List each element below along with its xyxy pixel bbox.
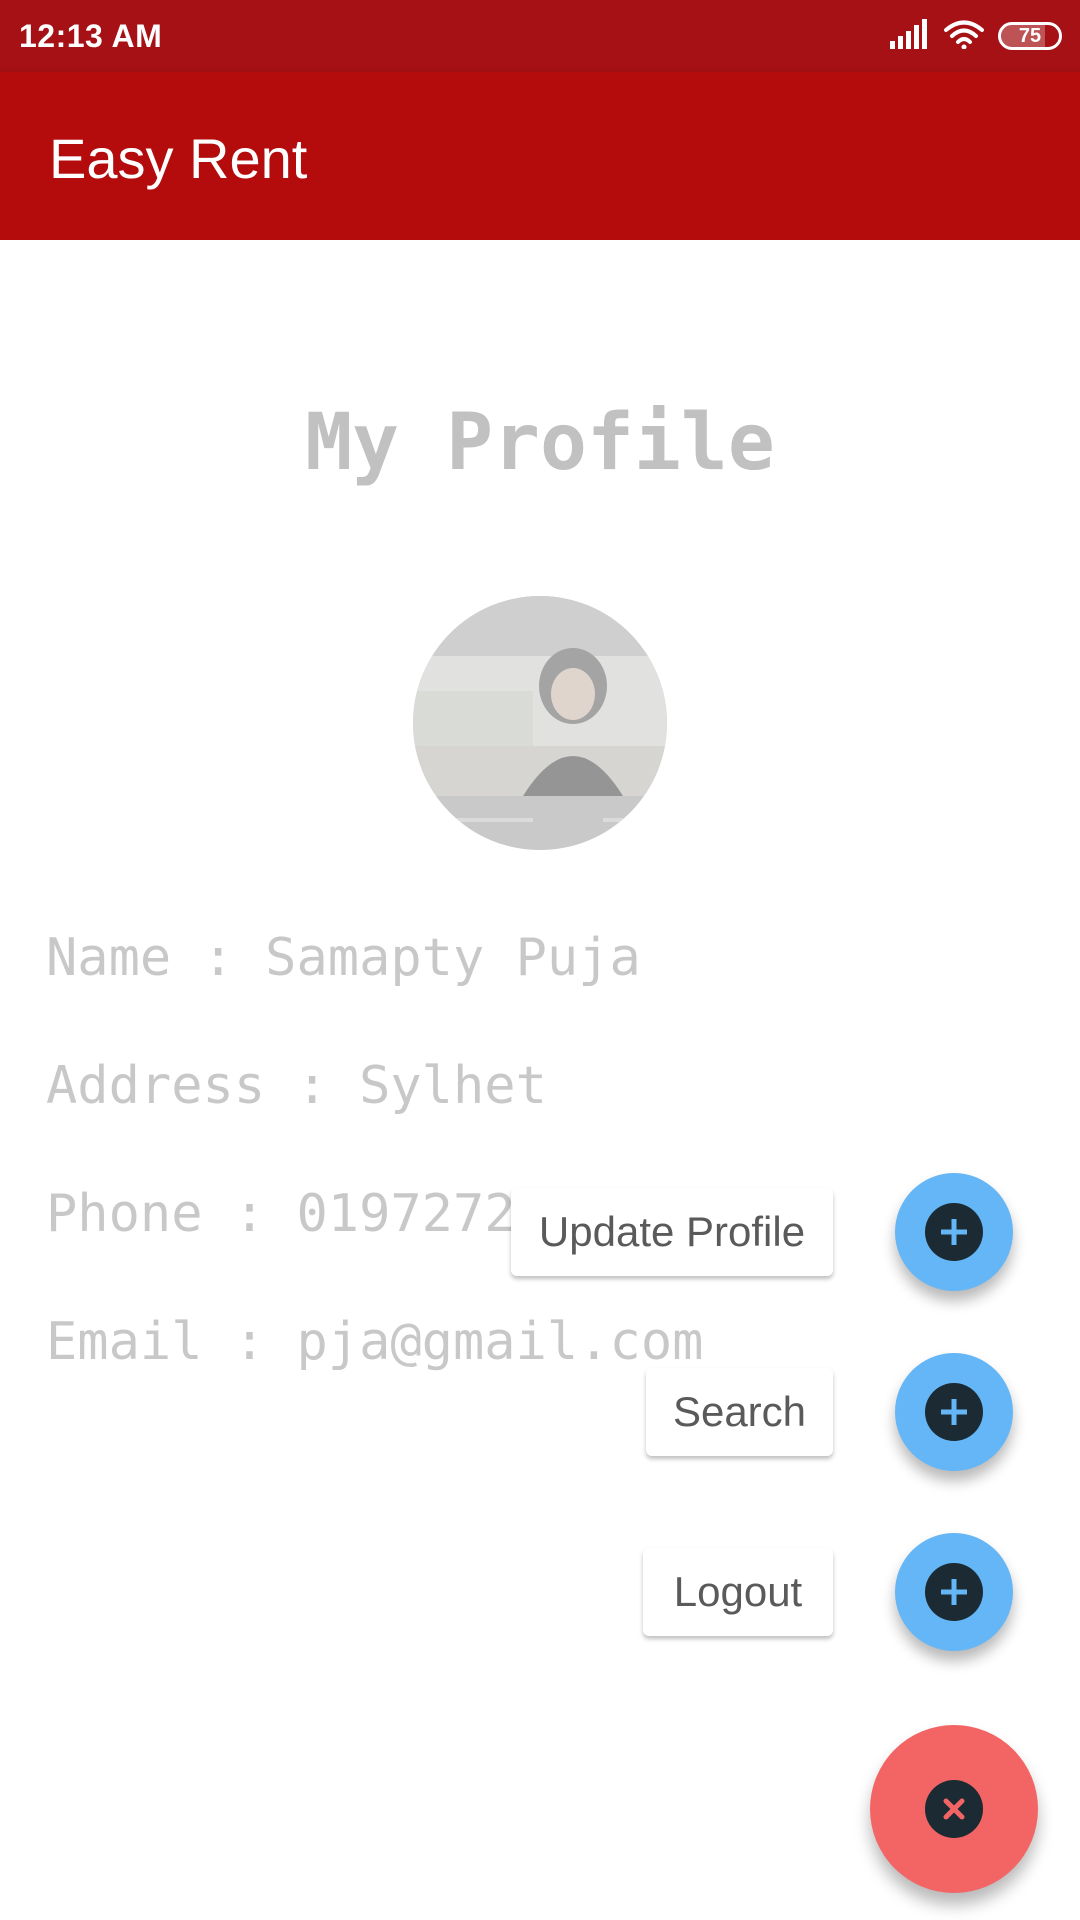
update-profile-button[interactable] <box>895 1173 1013 1291</box>
plus-icon <box>925 1563 983 1621</box>
signal-icon <box>890 18 930 54</box>
search-label[interactable]: Search <box>646 1368 833 1456</box>
battery-icon: 75 <box>998 22 1062 50</box>
plus-icon <box>925 1203 983 1261</box>
logout-button[interactable] <box>895 1533 1013 1651</box>
fab-menu-scrim[interactable] <box>0 240 1080 1920</box>
status-time: 12:13 AM <box>19 18 163 54</box>
status-bar: 12:13 AM 75 <box>0 0 1080 72</box>
close-fab-menu-button[interactable] <box>870 1725 1038 1893</box>
plus-icon <box>925 1383 983 1441</box>
app-title: Easy Rent <box>49 127 308 190</box>
app-bar: Easy Rent <box>0 72 1080 240</box>
update-profile-label[interactable]: Update Profile <box>511 1188 833 1276</box>
logout-label[interactable]: Logout <box>643 1548 833 1636</box>
close-icon <box>925 1780 983 1838</box>
battery-level: 75 <box>1018 24 1042 47</box>
wifi-icon <box>944 19 984 54</box>
status-icons: 75 <box>890 18 1062 54</box>
search-button[interactable] <box>895 1353 1013 1471</box>
